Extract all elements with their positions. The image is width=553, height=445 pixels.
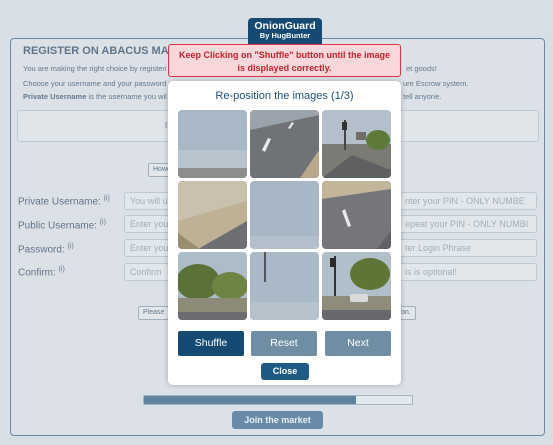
close-button[interactable]: Close	[261, 363, 309, 380]
onionguard-badge: OnionGuard By HugBunter	[248, 18, 322, 44]
captcha-tile-3[interactable]	[322, 110, 391, 178]
captcha-title: Re-position the images (1/3)	[215, 90, 354, 102]
captcha-modal: Re-position the images (1/3) Shuffle Res…	[168, 81, 401, 385]
shuffle-button[interactable]: Shuffle	[178, 331, 244, 356]
next-button[interactable]: Next	[325, 331, 391, 356]
reset-button[interactable]: Reset	[251, 331, 317, 356]
captcha-tile-1[interactable]	[178, 110, 247, 178]
captcha-tile-2[interactable]	[250, 110, 319, 178]
captcha-tile-9[interactable]	[322, 252, 391, 320]
captcha-tile-4[interactable]	[178, 181, 247, 249]
captcha-tile-8[interactable]	[250, 252, 319, 320]
captcha-tile-6[interactable]	[322, 181, 391, 249]
onionguard-subtitle: By HugBunter	[259, 31, 311, 40]
captcha-tile-7[interactable]	[178, 252, 247, 320]
captcha-tile-5[interactable]	[250, 181, 319, 249]
shuffle-warning: Keep Clicking on "Shuffle" button until …	[168, 44, 401, 77]
captcha-tile-grid	[178, 110, 392, 322]
